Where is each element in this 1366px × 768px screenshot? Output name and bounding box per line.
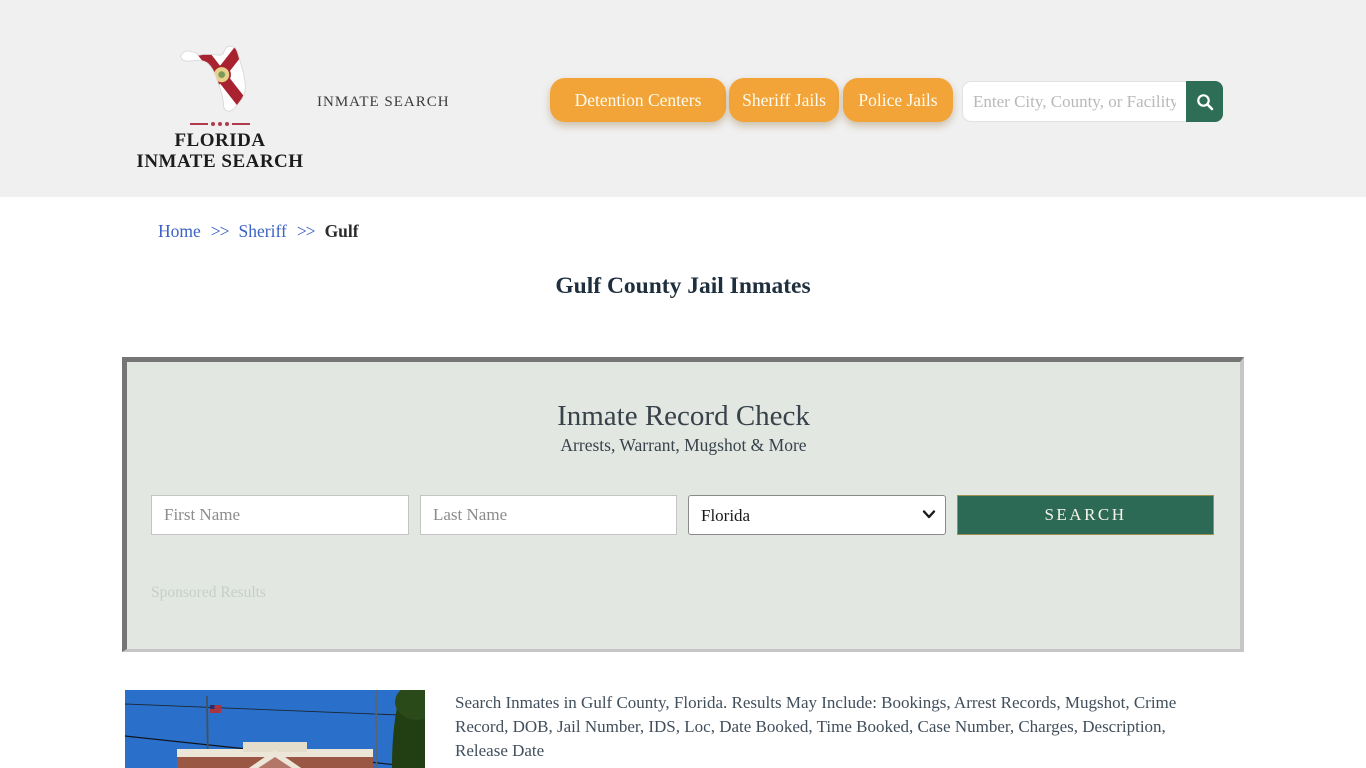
logo-line2: INMATE SEARCH: [136, 151, 304, 172]
record-check-title: Inmate Record Check: [557, 400, 810, 432]
nav-police-jails-button[interactable]: Police Jails: [843, 78, 953, 122]
nav-detention-centers-button[interactable]: Detention Centers: [550, 78, 726, 122]
page: FLORIDA INMATE SEARCH INMATE SEARCH Dete…: [0, 0, 1366, 768]
header-search-button[interactable]: [1186, 81, 1223, 122]
record-check-subtitle: Arrests, Warrant, Mugshot & More: [560, 435, 807, 455]
sponsored-results-label: Sponsored Results: [151, 584, 266, 601]
search-icon: [1196, 93, 1213, 110]
logo-line1: FLORIDA: [174, 130, 266, 151]
breadcrumb: Home >> Sheriff >> Gulf: [158, 221, 359, 242]
logo-divider: [180, 122, 260, 126]
record-search-button[interactable]: SEARCH: [957, 495, 1214, 535]
nav-sheriff-jails-button[interactable]: Sheriff Jails: [729, 78, 839, 122]
facility-search-input[interactable]: [962, 81, 1186, 122]
inmate-record-check-panel: Inmate Record Check Arrests, Warrant, Mu…: [122, 357, 1244, 652]
breadcrumb-separator: >>: [210, 221, 230, 241]
breadcrumb-separator: >>: [296, 221, 316, 241]
county-description: Search Inmates in Gulf County, Florida. …: [455, 693, 1177, 760]
breadcrumb-current: Gulf: [324, 221, 359, 241]
site-section-label: INMATE SEARCH: [317, 94, 450, 110]
site-logo[interactable]: FLORIDA INMATE SEARCH: [130, 30, 310, 172]
logo-text: FLORIDA INMATE SEARCH: [130, 130, 310, 172]
breadcrumb-sheriff-link[interactable]: Sheriff: [239, 221, 287, 241]
record-check-form: Florida SEARCH: [127, 495, 1240, 535]
page-title: Gulf County Jail Inmates: [555, 273, 811, 299]
breadcrumb-home-link[interactable]: Home: [158, 221, 201, 241]
first-name-input[interactable]: [151, 495, 409, 535]
header: FLORIDA INMATE SEARCH INMATE SEARCH Dete…: [0, 0, 1366, 197]
state-select[interactable]: Florida: [688, 495, 946, 535]
state-select-wrap: Florida: [688, 495, 946, 535]
florida-map-icon: [180, 45, 246, 112]
courthouse-photo: [125, 690, 425, 768]
header-search: [962, 81, 1223, 122]
last-name-input[interactable]: [420, 495, 677, 535]
